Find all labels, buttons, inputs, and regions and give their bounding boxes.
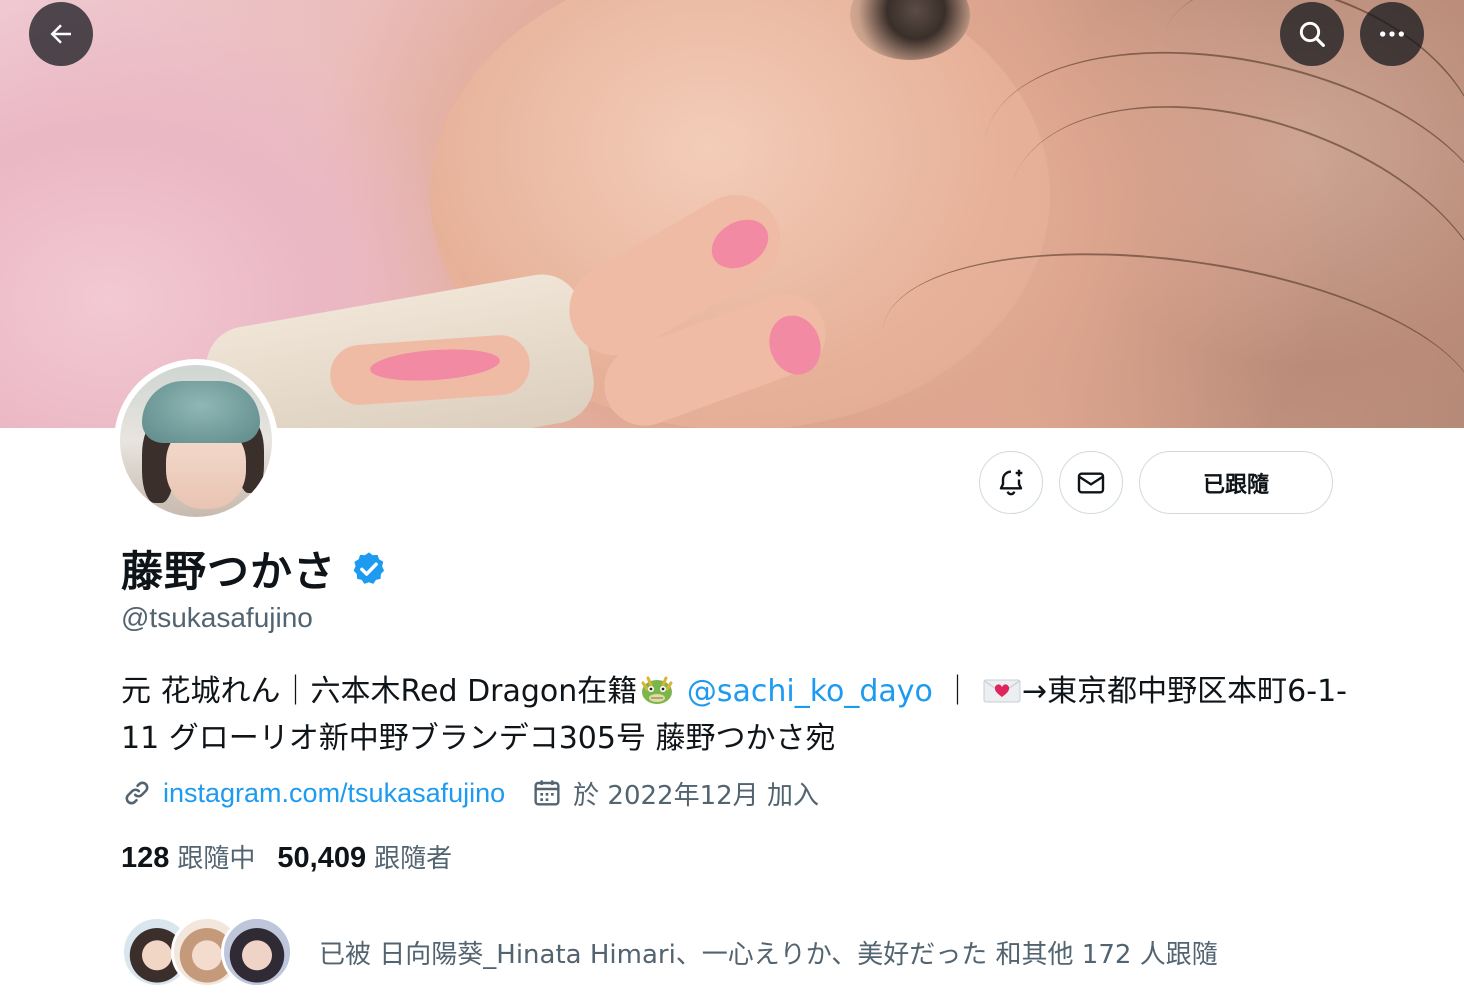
join-date: 於 2022年12月 加入 (573, 780, 819, 811)
following-count[interactable]: 128 (121, 842, 169, 875)
bio-mention-link[interactable]: @sachi_ko_dayo (687, 674, 933, 709)
bio-separator: ｜ (942, 674, 973, 709)
bell-plus-icon (999, 469, 1023, 495)
more-button[interactable] (1360, 2, 1424, 66)
followed-by-row[interactable]: 已被 日向陽葵_Hinata Himari、一心えりか、美好だった 和其他 17… (121, 915, 1218, 989)
display-name: 藤野つかさ (121, 547, 337, 596)
following-label[interactable]: 跟隨中 (177, 838, 255, 875)
search-button[interactable] (1280, 2, 1344, 66)
following-button[interactable]: 已跟隨 (1139, 451, 1333, 514)
profile-meta-row: instagram.com/tsukasafujino 於 2022年12月 加… (121, 773, 819, 813)
follower-avatar (221, 916, 293, 988)
link-icon (125, 781, 149, 805)
arrow-left-icon (50, 24, 71, 44)
more-horizontal-icon (1380, 31, 1404, 37)
website-link[interactable]: instagram.com/tsukasafujino (163, 778, 505, 809)
followed-by-text: 已被 日向陽葵_Hinata Himari、一心えりか、美好だった 和其他 17… (319, 939, 1218, 970)
follow-counts: 128 跟隨中 50,409 跟隨者 (121, 838, 452, 875)
avatar-image (120, 365, 272, 517)
love-letter-emoji-icon (983, 679, 1021, 703)
followers-label[interactable]: 跟隨者 (374, 838, 452, 875)
profile-bio: 元 花城れん｜六本木Red Dragon在籍 @sachi_ko_dayo ｜ … (121, 668, 1351, 762)
message-button[interactable] (1059, 451, 1123, 514)
bio-text: 元 花城れん｜六本木Red Dragon在籍 (121, 674, 638, 709)
verified-badge-icon[interactable] (350, 550, 388, 588)
calendar-icon (534, 780, 560, 806)
followers-count[interactable]: 50,409 (277, 842, 366, 875)
dragon-face-emoji-icon (641, 676, 673, 704)
search-icon (1299, 21, 1325, 47)
display-name-row: 藤野つかさ (121, 538, 388, 599)
profile-avatar[interactable] (114, 359, 278, 523)
mail-icon (1077, 471, 1105, 494)
notifications-button[interactable] (979, 451, 1043, 514)
user-handle: @tsukasafujino (121, 602, 313, 633)
following-button-label: 已跟隨 (1202, 472, 1269, 498)
back-button[interactable] (29, 2, 93, 66)
